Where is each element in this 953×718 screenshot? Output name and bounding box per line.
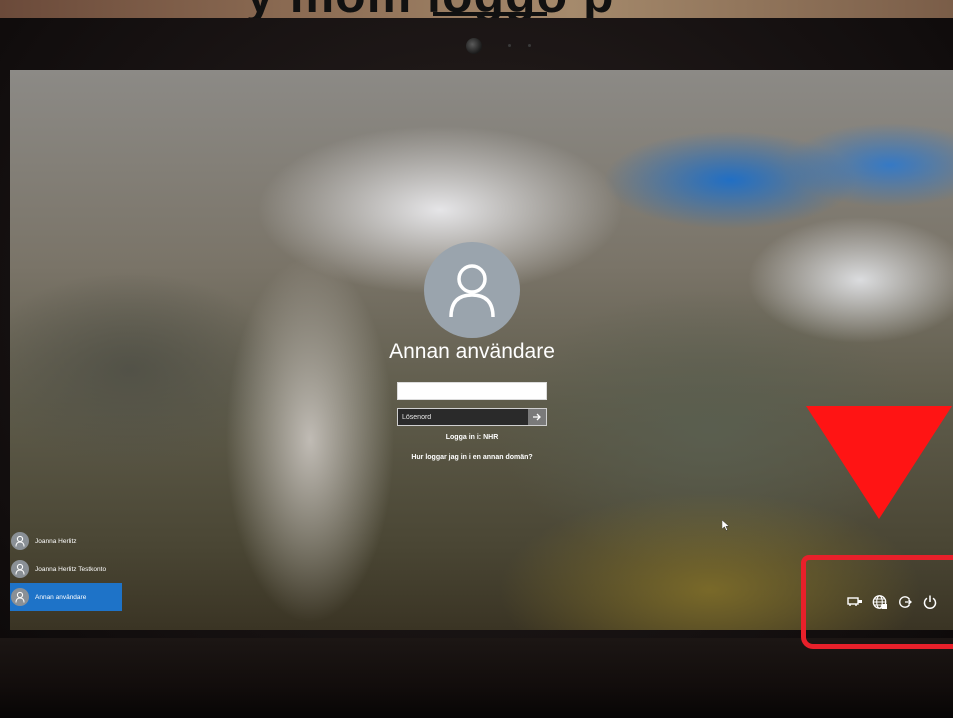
user-icon: [449, 264, 495, 318]
password-input[interactable]: [398, 409, 528, 425]
other-domain-help-link[interactable]: Hur loggar jag in i en annan domän?: [322, 454, 622, 461]
user-small-icon: [11, 532, 29, 550]
caption-underline: [433, 12, 547, 16]
user-list-item-label: Joanna Herlitz Testkonto: [35, 565, 107, 573]
login-domain-text: Logga in i: NHR: [445, 434, 499, 441]
user-list-item-label: Joanna Herlitz: [35, 537, 77, 545]
password-field: [397, 408, 547, 426]
laptop-bezel-bottom: [0, 638, 953, 718]
user-avatar: [424, 242, 520, 338]
user-list-item-selected[interactable]: Annan användare: [10, 583, 122, 611]
user-list-item-label: Annan användare: [35, 593, 87, 601]
mouse-cursor-icon: [722, 520, 730, 531]
username-title: Annan användare: [389, 340, 555, 363]
user-list-item[interactable]: Joanna Herlitz: [10, 527, 122, 555]
webcam-icon: [466, 38, 482, 54]
user-list-item[interactable]: Joanna Herlitz Testkonto: [10, 555, 122, 583]
user-small-icon: [11, 588, 29, 606]
login-screen: Annan användare Logga in i: NHR Hur logg…: [10, 70, 953, 630]
red-highlight-box: [801, 555, 953, 649]
user-small-icon: [11, 560, 29, 578]
camera-sensor-dot: [528, 44, 531, 47]
submit-button[interactable]: [528, 409, 546, 425]
user-list: Joanna Herlitz Joanna Herlitz Testkonto …: [10, 527, 122, 611]
arrow-right-icon: [533, 413, 541, 421]
camera-sensor-dot: [508, 44, 511, 47]
username-input[interactable]: [397, 382, 547, 400]
red-arrow-annotation: [806, 406, 952, 519]
